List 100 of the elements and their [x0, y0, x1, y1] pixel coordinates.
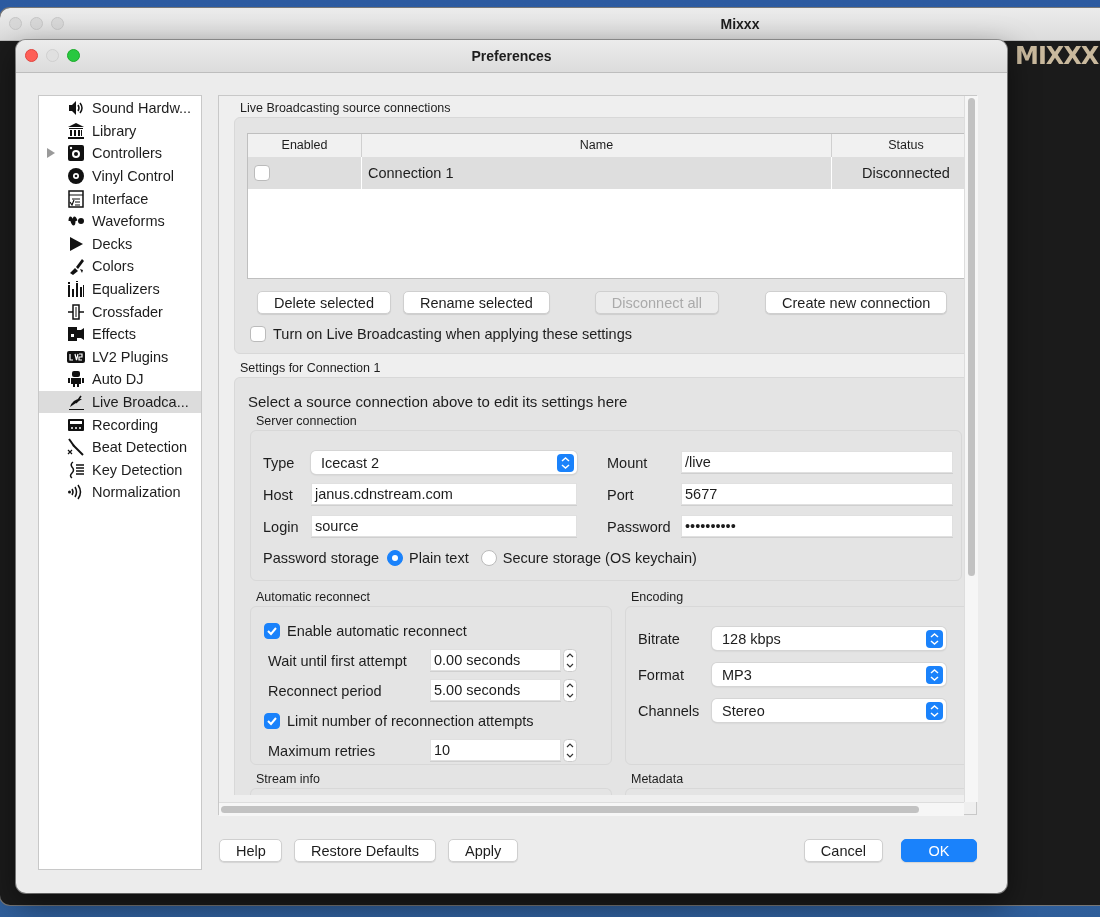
zoom-button[interactable]	[67, 49, 80, 62]
page-icon	[67, 460, 85, 479]
dialog-button[interactable]: Help	[219, 839, 282, 862]
field-label: Password storage	[263, 550, 380, 566]
sidebar-item[interactable]: Colors	[39, 255, 201, 278]
stepper-icon[interactable]	[926, 629, 943, 648]
action-button[interactable]: Delete selected	[257, 291, 391, 314]
group-title: Stream info	[255, 771, 321, 788]
field-label: Login	[263, 518, 300, 535]
sidebar-item[interactable]: Equalizers	[39, 277, 201, 301]
spin-arrows-icon[interactable]	[563, 739, 577, 762]
sidebar-item[interactable]: Interface	[39, 187, 201, 210]
dialog-button[interactable]: Restore Defaults	[294, 839, 436, 862]
sidebar-item[interactable]: Beat Detection	[39, 435, 201, 459]
page-icon	[67, 302, 85, 321]
group-title: Server connection	[255, 413, 358, 430]
input-field[interactable]: janus.cdnstream.com	[311, 483, 577, 506]
group-title: Automatic reconnect	[255, 589, 371, 606]
sidebar-item[interactable]: Decks	[39, 232, 201, 256]
stepper-icon[interactable]	[557, 453, 574, 472]
field-label: Type	[263, 454, 296, 471]
sidebar-item[interactable]: Waveforms	[39, 209, 201, 233]
radio-label[interactable]: Secure storage (OS keychain)	[502, 550, 697, 566]
radio-button[interactable]	[480, 550, 497, 566]
dropdown[interactable]: MP3	[712, 663, 946, 686]
field-label: Wait until first attempt	[268, 652, 408, 669]
group-title: Live Broadcasting source connections	[239, 100, 452, 117]
close-button[interactable]	[25, 49, 38, 62]
dialog-button[interactable]: Apply	[448, 839, 519, 862]
app-logo: MIXXX	[1015, 42, 1099, 70]
checkbox-label[interactable]: Turn on Live Broadcasting when applying these settings	[273, 326, 632, 342]
sidebar-item[interactable]: Library	[39, 119, 201, 143]
checkbox[interactable]	[264, 622, 280, 639]
sidebar-item[interactable]: Sound Hardw...	[39, 97, 201, 120]
input-field[interactable]: 5677	[681, 483, 953, 506]
radio-label[interactable]: Plain text	[409, 550, 469, 566]
field-label: Mount	[606, 454, 649, 471]
page-icon	[67, 234, 85, 253]
action-button[interactable]: Create new connection	[765, 291, 948, 314]
group-title: Settings for Connection 1	[239, 360, 382, 377]
input-field[interactable]: /live	[681, 451, 953, 474]
page-icon	[67, 189, 85, 208]
sidebar-item[interactable]: Controllers	[39, 142, 201, 165]
column-header[interactable]: Name	[362, 134, 832, 157]
dialog-button[interactable]: OK	[901, 839, 977, 862]
spin-field[interactable]: 10	[430, 739, 561, 762]
sidebar-item[interactable]: Recording	[39, 413, 201, 436]
table-row[interactable]: Connection 1 Disconnected	[248, 157, 964, 189]
spin-arrows-icon[interactable]	[563, 679, 577, 702]
column-header[interactable]: Status	[832, 134, 964, 157]
input-field[interactable]: source	[311, 515, 577, 538]
field-label: Channels	[638, 702, 701, 719]
scrollbar-thumb[interactable]	[221, 806, 919, 813]
stepper-icon[interactable]	[926, 665, 943, 684]
sidebar-item[interactable]: Crossfader	[39, 300, 201, 323]
group-title: Encoding	[630, 589, 685, 606]
action-button[interactable]: Rename selected	[402, 291, 550, 314]
sidebar-item[interactable]: Auto DJ	[39, 368, 201, 391]
sidebar-item[interactable]: Live Broadca...	[39, 390, 201, 414]
sidebar-item[interactable]: Normalization	[39, 481, 201, 504]
checkbox[interactable]	[264, 712, 280, 729]
spin-arrows-icon[interactable]	[563, 649, 577, 672]
field-label: Format	[638, 666, 685, 683]
page-icon	[67, 167, 85, 186]
scrollbar-thumb[interactable]	[968, 98, 975, 576]
column-header[interactable]: Enabled	[248, 134, 362, 157]
page-icon	[67, 325, 85, 344]
checkbox-label[interactable]: Limit number of reconnection attempts	[287, 712, 534, 729]
sidebar-item[interactable]: Effects	[39, 322, 201, 346]
sidebar-item[interactable]: Key Detection	[39, 458, 201, 482]
dialog-button[interactable]: Cancel	[803, 839, 883, 862]
field-label: Reconnect period	[268, 682, 383, 699]
spin-field[interactable]: 5.00 seconds	[430, 679, 561, 702]
spin-field[interactable]: 0.00 seconds	[430, 649, 561, 672]
page-icon	[67, 121, 85, 140]
input-field[interactable]: ••••••••••	[681, 515, 953, 538]
type-select[interactable]: Icecast 2	[311, 451, 577, 474]
dropdown[interactable]: Stereo	[712, 699, 946, 722]
dialog-title: Preferences	[471, 48, 552, 64]
table-cell: Connection 1	[362, 157, 832, 189]
page-icon	[67, 393, 85, 411]
window-title: Mixxx	[720, 16, 760, 32]
radio-button[interactable]	[387, 550, 404, 566]
field-label: Host	[263, 486, 294, 503]
page-icon	[67, 438, 85, 457]
page-icon	[67, 280, 85, 299]
page-icon	[67, 144, 85, 163]
field-label: Bitrate	[638, 630, 681, 647]
checkbox-label[interactable]: Enable automatic reconnect	[287, 622, 467, 639]
sidebar-item[interactable]: Vinyl Control	[39, 164, 201, 188]
expand-arrow-icon[interactable]	[47, 148, 55, 159]
stepper-icon[interactable]	[926, 701, 943, 720]
hint-text: Select a source connection above to edit its settings here	[247, 392, 629, 412]
sidebar-item[interactable]: LV2 Plugins	[39, 345, 201, 369]
field-label: Maximum retries	[268, 742, 377, 759]
dropdown[interactable]: 128 kbps	[712, 627, 946, 650]
checkbox[interactable]	[250, 326, 266, 342]
checkbox[interactable]	[254, 165, 270, 181]
field-label: Password	[606, 518, 672, 535]
group-title: Metadata	[630, 771, 685, 788]
